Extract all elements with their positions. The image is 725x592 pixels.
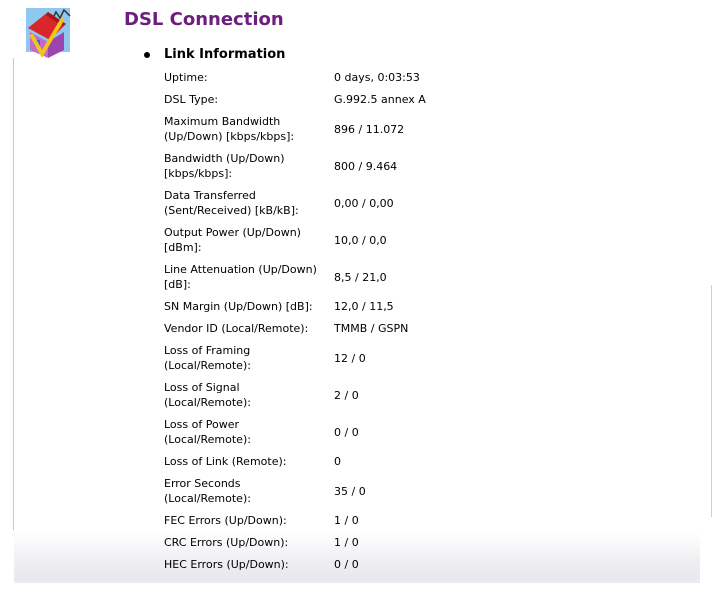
bullet-icon bbox=[144, 51, 150, 58]
info-value: 12 / 0 bbox=[334, 351, 366, 365]
content-right-border bbox=[711, 285, 712, 517]
info-value: 0,00 / 0,00 bbox=[334, 196, 394, 210]
info-label: FEC Errors (Up/Down): bbox=[164, 514, 287, 527]
info-value: 0 days, 0:03:53 bbox=[334, 71, 420, 84]
section-title: Link Information bbox=[164, 47, 286, 62]
info-label: CRC Errors (Up/Down): bbox=[164, 536, 289, 549]
info-row-sn-margin: SN Margin (Up/Down) [dB]: 12,0 / 11,5 bbox=[164, 299, 524, 314]
info-label: Loss of Framing (Local/Remote): bbox=[164, 344, 251, 372]
info-label: Output Power (Up/Down) [dBm]: bbox=[164, 226, 301, 254]
info-row-hec-errors: HEC Errors (Up/Down): 0 / 0 bbox=[164, 557, 524, 572]
info-row-output-power: Output Power (Up/Down) [dBm]: 10,0 / 0,0 bbox=[164, 225, 524, 255]
info-value: 1 / 0 bbox=[334, 514, 359, 527]
info-row-loss-of-link: Loss of Link (Remote): 0 bbox=[164, 454, 524, 469]
info-row-max-bandwidth: Maximum Bandwidth (Up/Down) [kbps/kbps]:… bbox=[164, 114, 524, 144]
info-label: SN Margin (Up/Down) [dB]: bbox=[164, 300, 313, 313]
info-label: Loss of Link (Remote): bbox=[164, 455, 287, 468]
info-row-error-seconds: Error Seconds (Local/Remote): 35 / 0 bbox=[164, 476, 524, 506]
info-value: 800 / 9.464 bbox=[334, 159, 398, 173]
info-label: Vendor ID (Local/Remote): bbox=[164, 322, 309, 335]
info-value: 8,5 / 21,0 bbox=[334, 270, 387, 284]
info-row-data-transferred: Data Transferred (Sent/Received) [kB/kB]… bbox=[164, 188, 524, 218]
info-value: 0 / 0 bbox=[334, 558, 359, 571]
info-value: 896 / 11.072 bbox=[334, 122, 405, 136]
info-label: Maximum Bandwidth (Up/Down) [kbps/kbps]: bbox=[164, 115, 295, 143]
info-value: 2 / 0 bbox=[334, 388, 359, 402]
info-row-bandwidth: Bandwidth (Up/Down) [kbps/kbps]: 800 / 9… bbox=[164, 151, 524, 181]
info-row-loss-of-power: Loss of Power (Local/Remote): 0 / 0 bbox=[164, 417, 524, 447]
info-label: Uptime: bbox=[164, 71, 208, 84]
info-value: 10,0 / 0,0 bbox=[334, 233, 387, 247]
info-row-fec-errors: FEC Errors (Up/Down): 1 / 0 bbox=[164, 513, 524, 528]
page-title: DSL Connection bbox=[124, 9, 284, 30]
info-value: TMMB / GSPN bbox=[334, 322, 409, 335]
info-label: Loss of Power (Local/Remote): bbox=[164, 418, 251, 446]
info-row-vendor-id: Vendor ID (Local/Remote): TMMB / GSPN bbox=[164, 321, 524, 336]
info-value: G.992.5 annex A bbox=[334, 93, 426, 106]
info-row-loss-of-framing: Loss of Framing (Local/Remote): 12 / 0 bbox=[164, 343, 524, 373]
info-row-line-attenuation: Line Attenuation (Up/Down) [dB]: 8,5 / 2… bbox=[164, 262, 524, 292]
info-row-uptime: Uptime: 0 days, 0:03:53 bbox=[164, 70, 524, 85]
content-left-border bbox=[13, 58, 14, 530]
info-value: 35 / 0 bbox=[334, 484, 366, 498]
info-row-loss-of-signal: Loss of Signal (Local/Remote): 2 / 0 bbox=[164, 380, 524, 410]
page-bottom-edge bbox=[14, 580, 700, 583]
link-information-section: Link Information bbox=[144, 47, 285, 62]
info-label: Loss of Signal (Local/Remote): bbox=[164, 381, 251, 409]
info-label: Line Attenuation (Up/Down) [dB]: bbox=[164, 263, 317, 291]
info-label: HEC Errors (Up/Down): bbox=[164, 558, 289, 571]
info-label: Data Transferred (Sent/Received) [kB/kB]… bbox=[164, 189, 299, 217]
info-label: Error Seconds (Local/Remote): bbox=[164, 477, 251, 505]
info-row-crc-errors: CRC Errors (Up/Down): 1 / 0 bbox=[164, 535, 524, 550]
house-connection-icon bbox=[26, 8, 71, 59]
info-label: DSL Type: bbox=[164, 93, 219, 106]
info-value: 1 / 0 bbox=[334, 536, 359, 549]
info-value: 12,0 / 11,5 bbox=[334, 300, 394, 313]
info-row-dsl-type: DSL Type: G.992.5 annex A bbox=[164, 92, 524, 107]
info-label: Bandwidth (Up/Down) [kbps/kbps]: bbox=[164, 152, 285, 180]
info-value: 0 / 0 bbox=[334, 425, 359, 439]
info-value: 0 bbox=[334, 455, 341, 468]
